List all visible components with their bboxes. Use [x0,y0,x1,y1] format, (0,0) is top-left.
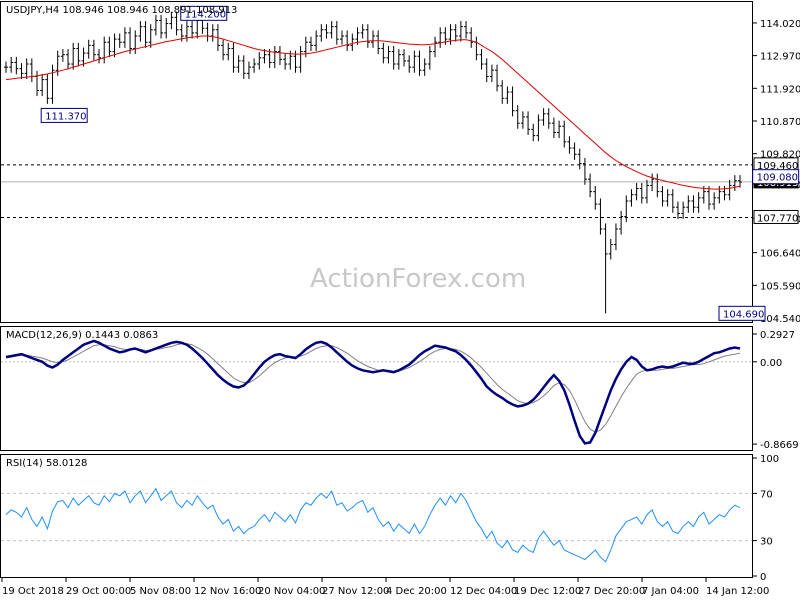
price-y-tick-label: 112.970 [760,52,800,63]
macd-label: MACD(12,26,9) 0.1443 0.0863 [6,330,158,341]
rsi-y-tick-label: 0 [760,572,766,583]
price-level-label: 107.770 [757,213,798,224]
chart-root: ActionForex.com 114.020 112.970 111.920 110… [0,0,800,600]
time-tick-label: 5 Nov 08:00 [130,586,191,597]
macd-y-tick-label: -0.8669 [760,440,799,451]
macd-y-tick-label: 0.00 [760,358,782,369]
time-tick-label: 27 Nov 12:00 [322,586,389,597]
time-tick-label: 12 Dec 04:00 [450,586,517,597]
time-tick-label: 27 Dec 20:00 [578,586,645,597]
rsi-y-tick-label: 100 [760,454,779,465]
time-tick-label: 12 Nov 16:00 [194,586,261,597]
rsi-y-tick-label: 70 [760,489,773,500]
price-y-tick-label: 105.590 [760,281,800,292]
price-y-tick-label: 106.640 [760,249,800,260]
time-tick-label: 20 Nov 04:00 [258,586,325,597]
symbol-info: USDJPY,H4 108.946 108.946 108.891 108.91… [6,5,237,16]
watermark: ActionForex.com [310,264,526,294]
time-tick-label: 14 Jan 12:00 [706,586,769,597]
time-tick-label: 4 Dec 20:00 [386,586,447,597]
price-annotation-label: 109.080 [757,173,798,184]
time-tick-label: 19 Dec 12:00 [514,586,581,597]
time-tick-label: 7 Jan 04:00 [642,586,699,597]
price-annotation-label: 104.690 [723,309,764,320]
time-tick-label: 29 Oct 00:00 [66,586,131,597]
price-y-tick-label: 104.540 [760,314,800,325]
price-y-tick-label: 110.870 [760,117,800,128]
price-y-tick-label: 114.020 [760,19,800,30]
macd-y-tick-label: 0.2927 [760,330,795,341]
price-annotation-label: 111.370 [45,111,86,122]
rsi-label: RSI(14) 58.0128 [6,458,87,469]
rsi-y-tick-label: 30 [760,537,773,548]
price-y-tick-label: 111.920 [760,84,800,95]
time-tick-label: 19 Oct 2018 [2,586,64,597]
chart-background [0,0,800,600]
